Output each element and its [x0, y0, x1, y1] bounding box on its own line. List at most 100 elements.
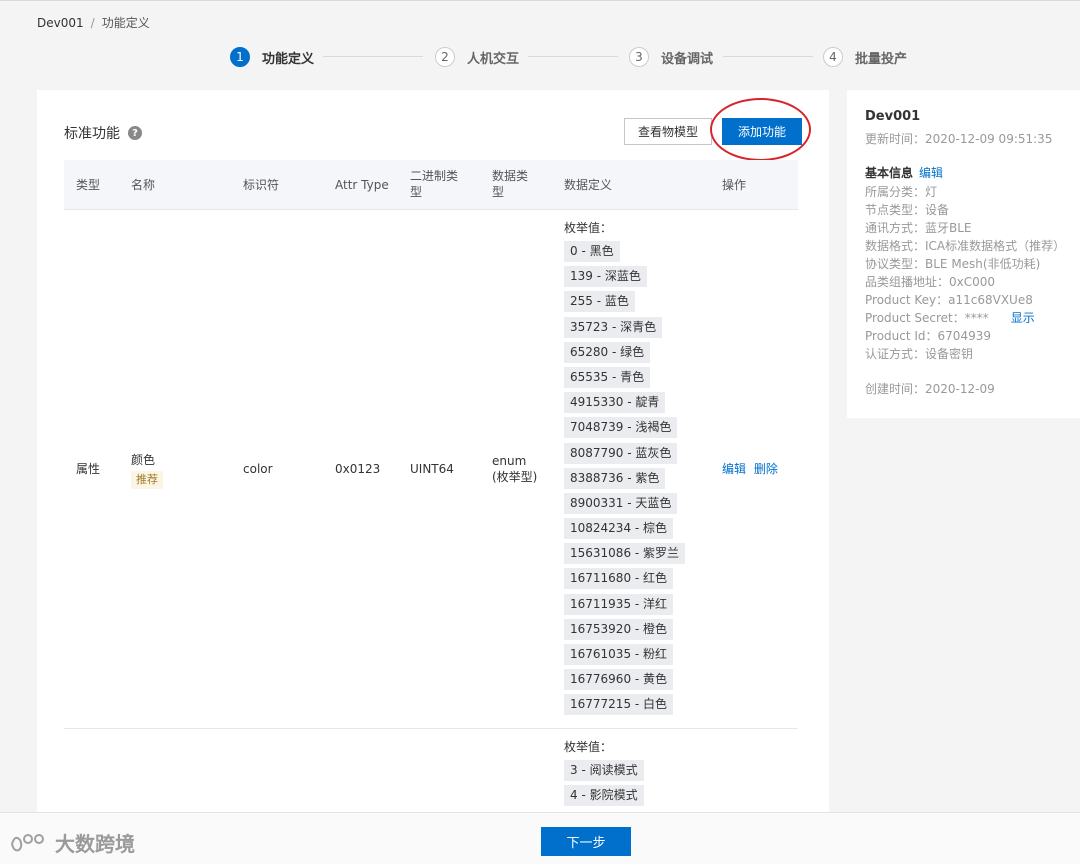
breadcrumb-current: 功能定义 — [101, 16, 150, 30]
info-multicast-address: 品类组播地址：0xC000 — [865, 275, 996, 289]
data-type-enum: enum — [492, 454, 527, 468]
step-connector — [323, 56, 423, 57]
enum-value-tag: 255 - 蓝色 — [564, 291, 635, 313]
cell-type: 属性 — [76, 462, 101, 476]
header-data-type: 数据类 型 — [492, 168, 528, 200]
step-human-interaction[interactable]: 2 人机交互 — [435, 45, 519, 69]
product-secret-text: Product Secret：**** — [865, 311, 989, 325]
table-header: 类型 名称 标识符 Attr Type 二进制类 型 数据类 型 数据定义 操作 — [64, 160, 798, 210]
enum-value-tag: 16753920 - 橙色 — [564, 618, 674, 640]
section-title: 标准功能 ? — [64, 123, 142, 143]
enum-value-tag: 16711680 - 红色 — [564, 568, 674, 590]
step-label: 设备调试 — [661, 51, 714, 67]
step-connector — [723, 56, 813, 57]
header-binary-type-line2: 型 — [410, 185, 423, 199]
header-data-type-line2: 型 — [492, 185, 505, 199]
cell-actions: 编辑 删除 — [722, 461, 778, 477]
enum-value-tag: 4915330 - 靛青 — [564, 392, 666, 414]
step-device-debug[interactable]: 3 设备调试 — [629, 45, 713, 69]
created-time: 创建时间：2020-12-09 — [865, 382, 995, 396]
info-communication: 通讯方式：蓝牙BLE — [865, 221, 972, 235]
step-number: 1 — [230, 47, 250, 67]
step-label: 批量投产 — [855, 51, 908, 67]
enum-value-tag: 139 - 深蓝色 — [564, 266, 647, 288]
enum-value-tag: 10824234 - 棕色 — [564, 518, 674, 540]
header-type: 类型 — [76, 178, 101, 192]
view-model-button[interactable]: 查看物模型 — [624, 118, 712, 145]
enum-value-tag: 35723 - 深青色 — [564, 316, 663, 338]
cell-attr-type: 0x0123 — [335, 462, 381, 476]
enum-value-tag: 4 - 影院模式 — [564, 785, 644, 807]
cell-identifier: color — [243, 462, 273, 476]
cell-data-definition: 枚举值： 0 - 黑色 139 - 深蓝色 255 - 蓝色 35723 - 深青色 6… — [564, 220, 686, 720]
enum-value-tag: 8900331 - 天蓝色 — [564, 492, 678, 514]
enum-title: 枚举值： — [564, 740, 613, 754]
updated-time: 更新时间：2020-12-09 09:51:35 — [865, 132, 1053, 146]
enum-list: 0 - 黑色 139 - 深蓝色 255 - 蓝色 35723 - 深青色 65280 … — [564, 241, 686, 716]
step-connector — [528, 56, 618, 57]
watermark-logo-icon — [10, 833, 44, 851]
cell-binary-type: UINT64 — [410, 462, 454, 476]
info-category: 所属分类：灯 — [865, 185, 938, 199]
enum-value-tag: 8087790 - 蓝灰色 — [564, 442, 678, 464]
edit-link[interactable]: 编辑 — [722, 462, 746, 476]
enum-value-tag: 7048739 - 浅褐色 — [564, 417, 678, 439]
table-row: 属性 颜色 推荐 color 0x0123 UINT64 enum (枚举型) … — [64, 210, 798, 729]
add-function-button[interactable]: 添加功能 — [722, 118, 802, 145]
help-icon[interactable]: ? — [128, 126, 142, 140]
step-number: 2 — [435, 47, 455, 67]
watermark-text: 大数跨境 — [55, 832, 135, 856]
delete-link[interactable]: 删除 — [754, 462, 778, 476]
header-data-type-line1: 数据类 — [492, 169, 529, 183]
watermark: 大数跨境 — [9, 828, 135, 857]
info-product-id: Product Id：6704939 — [865, 329, 991, 343]
footer-bar — [0, 812, 1080, 864]
enum-value-tag: 0 - 黑色 — [564, 241, 620, 262]
function-name: 颜色 — [131, 453, 156, 467]
header-data-definition: 数据定义 — [564, 178, 613, 192]
enum-list: 3 - 阅读模式 4 - 影院模式 — [564, 760, 644, 807]
wizard-steps: 1 功能定义 2 人机交互 3 设备调试 4 批量投产 — [0, 45, 1080, 69]
enum-value-tag: 16776960 - 黄色 — [564, 669, 674, 691]
info-data-format: 数据格式：ICA标准数据格式（推荐） — [865, 239, 1066, 253]
cell-name: 颜色 推荐 — [131, 452, 163, 489]
basic-info-heading: 基本信息 编辑 — [865, 164, 1069, 181]
function-panel: 标准功能 ? 查看物模型 添加功能 类型 名称 标识符 Attr Type 二进… — [37, 90, 829, 830]
step-function-definition[interactable]: 1 功能定义 — [230, 45, 314, 69]
enum-title: 枚举值： — [564, 221, 613, 235]
enum-value-tag: 8388736 - 紫色 — [564, 467, 666, 489]
header-action: 操作 — [722, 178, 747, 192]
cell-data-type: enum (枚举型) — [492, 453, 537, 485]
data-type-enum-cn: (枚举型) — [492, 470, 538, 484]
info-protocol: 协议类型：BLE Mesh(非低功耗) — [865, 257, 1041, 271]
breadcrumb-root[interactable]: Dev001 — [37, 16, 84, 30]
info-product-key: Product Key：a11c68VXUe8 — [865, 293, 1033, 307]
edit-basic-info-link[interactable]: 编辑 — [919, 166, 943, 180]
show-secret-link[interactable]: 显示 — [1011, 311, 1035, 325]
info-node-type: 节点类型：设备 — [865, 203, 950, 217]
header-name: 名称 — [131, 178, 156, 192]
basic-info-label: 基本信息 — [865, 166, 914, 180]
recommend-badge: 推荐 — [131, 471, 163, 489]
header-binary-type: 二进制类 型 — [410, 168, 458, 200]
product-info-panel: Dev001 更新时间：2020-12-09 09:51:35 基本信息 编辑 所… — [847, 90, 1080, 418]
top-border — [0, 0, 1080, 1]
header-identifier: 标识符 — [243, 178, 280, 192]
header-attr-type: Attr Type — [335, 178, 389, 192]
breadcrumb: Dev001 / 功能定义 — [37, 14, 150, 31]
next-step-button[interactable]: 下一步 — [541, 827, 631, 856]
enum-value-tag: 65535 - 青色 — [564, 366, 651, 388]
enum-value-tag: 15631086 - 紫罗兰 — [564, 543, 686, 565]
step-label: 功能定义 — [262, 51, 315, 67]
breadcrumb-separator: / — [90, 16, 95, 30]
device-name: Dev001 — [865, 109, 921, 124]
step-batch-production[interactable]: 4 批量投产 — [823, 45, 907, 69]
enum-value-tag: 3 - 阅读模式 — [564, 760, 644, 781]
section-title-text: 标准功能 — [64, 126, 120, 142]
enum-value-tag: 16777215 - 白色 — [564, 694, 674, 716]
step-number: 3 — [629, 47, 649, 67]
enum-value-tag: 16711935 - 洋红 — [564, 593, 674, 615]
basic-info-list: 所属分类：灯 节点类型：设备 通讯方式：蓝牙BLE 数据格式：ICA标准数据格式… — [865, 183, 1069, 363]
header-binary-type-line1: 二进制类 — [410, 169, 459, 183]
enum-value-tag: 65280 - 绿色 — [564, 341, 651, 363]
